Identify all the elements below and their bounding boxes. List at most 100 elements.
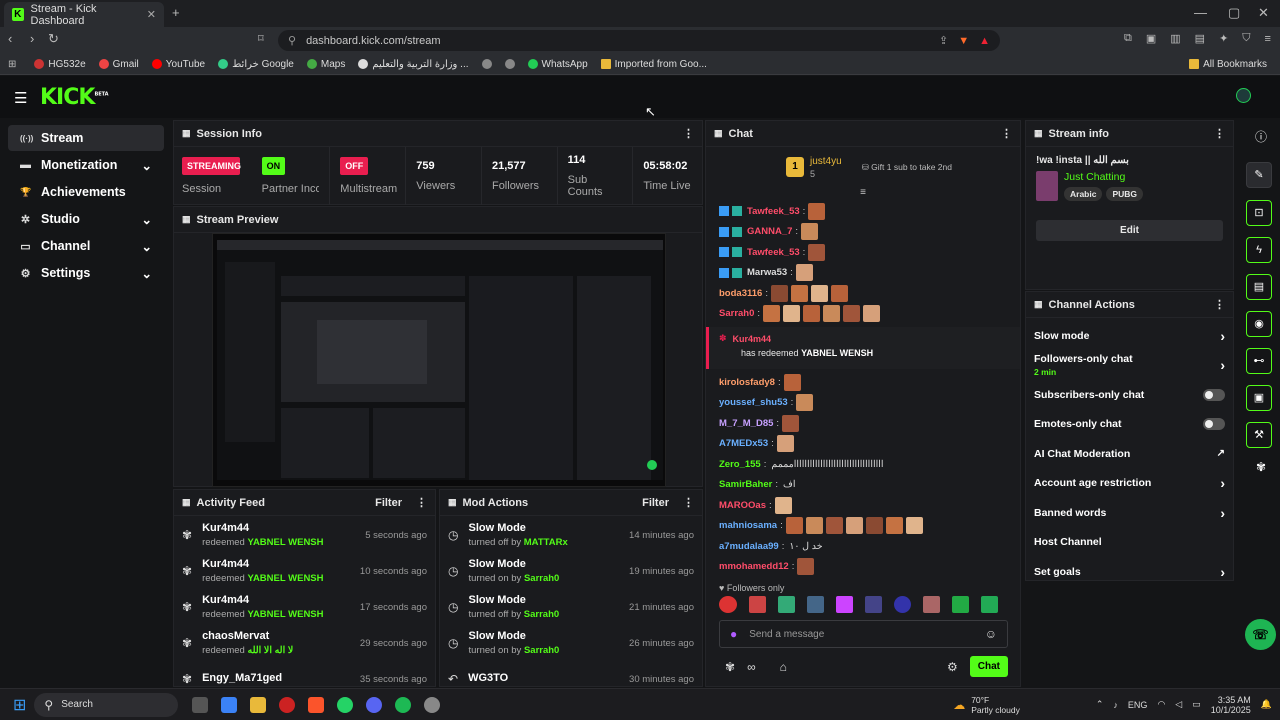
bookmark-gmail[interactable]: Gmail	[98, 59, 139, 70]
toggle-switch[interactable]	[1203, 418, 1225, 431]
host-icon[interactable]: ▣	[1246, 385, 1272, 411]
user-avatar[interactable]	[1236, 88, 1251, 103]
bookmark-google-maps-ar[interactable]: خرائط Google	[218, 59, 294, 70]
more-options-icon[interactable]: ⋮	[683, 127, 694, 140]
more-options-icon[interactable]: ⋮	[416, 496, 427, 509]
clock[interactable]: 3:35 AM 10/1/2025	[1211, 695, 1251, 715]
mod-action-row[interactable]: ◷ Slow Mode turned on by Sarrah0 26 minu…	[440, 625, 702, 661]
apps-grid-icon[interactable]: ⊞	[8, 59, 16, 70]
kick-points-icon[interactable]: ✾	[1244, 460, 1278, 474]
share-icon[interactable]: ⇪	[939, 34, 948, 47]
kick-points-icon[interactable]: ✾	[725, 660, 735, 674]
windows-start-icon[interactable]: ⊞	[13, 695, 26, 715]
channel-action-host-channel[interactable]: Host Channel	[1026, 528, 1233, 558]
bookmark-ministry[interactable]: وزارة التربية والتعليم ...	[358, 59, 469, 70]
more-options-icon[interactable]: ⋮	[1214, 298, 1225, 311]
nav-achievements[interactable]: 🏆 Achievements	[8, 179, 164, 205]
nav-monetization[interactable]: ▬ Monetization ⌄	[8, 152, 164, 178]
file-explorer-icon[interactable]	[250, 696, 267, 713]
microphone-icon[interactable]: ♪	[1113, 700, 1118, 710]
chat-input[interactable]: ● Send a message ☺	[719, 620, 1008, 648]
maximize-icon[interactable]: ▢	[1228, 5, 1240, 21]
channel-action-set-goals[interactable]: Set goals ›	[1026, 557, 1233, 587]
edit-stream-info-button[interactable]: Edit	[1036, 220, 1223, 241]
chat-message[interactable]: Marwa53:	[706, 263, 1020, 284]
activity-row[interactable]: ✾ Kur4m44 redeemed YABNEL WENSH 10 secon…	[174, 553, 435, 589]
channel-action-followers-only-chat[interactable]: Followers-only chat 2 min ›	[1026, 351, 1233, 381]
support-chat-button[interactable]: ☏	[1245, 619, 1276, 650]
nav-studio[interactable]: ✲ Studio ⌄	[8, 206, 164, 232]
back-icon[interactable]: ‹	[8, 31, 12, 46]
bookmark-globe-1[interactable]	[481, 59, 492, 69]
sidebar-icon[interactable]: ▥	[1170, 32, 1180, 45]
weather-widget[interactable]: ☁ 70°F Partly cloudy	[953, 695, 1020, 715]
bookmark-youtube[interactable]: YouTube	[151, 59, 205, 70]
activity-row[interactable]: ✾ Kur4m44 redeemed YABNEL WENSH 17 secon…	[174, 589, 435, 625]
chevron-up-icon[interactable]: ⌃	[1096, 699, 1104, 710]
kick-logo[interactable]: KICKBETA	[40, 85, 109, 110]
minimize-icon[interactable]: —	[1194, 5, 1207, 20]
chat-message[interactable]: M_7_M_D85:	[706, 413, 1020, 434]
chat-message[interactable]: mmohamedd12:	[706, 557, 1020, 578]
chat-message[interactable]: youssef_shu53:	[706, 393, 1020, 414]
bookmark-folder-imported[interactable]: Imported from Goo...	[600, 59, 707, 70]
category-name[interactable]: Just Chatting	[1064, 171, 1143, 183]
channel-action-account-age-restriction[interactable]: Account age restriction ›	[1026, 469, 1233, 499]
lightning-icon[interactable]: ϟ	[1246, 237, 1272, 263]
wallet-icon[interactable]: ▣	[1146, 32, 1156, 45]
more-options-icon[interactable]: ⋮	[1214, 127, 1225, 140]
infinity-icon[interactable]: ∞	[747, 660, 756, 674]
multistream-badge[interactable]: OFF	[340, 157, 369, 175]
language-indicator[interactable]: ENG	[1128, 700, 1148, 710]
settings-app-icon[interactable]	[424, 696, 441, 713]
emoji-icon[interactable]: ☺	[985, 627, 997, 641]
notes-icon[interactable]: ▤	[1246, 274, 1272, 300]
chat-message[interactable]: mahniosama:	[706, 516, 1020, 537]
mod-filter-button[interactable]: Filter	[642, 497, 669, 509]
browser-tab[interactable]: K Stream - Kick Dashboard ✕	[4, 2, 164, 27]
channel-action-banned-words[interactable]: Banned words ›	[1026, 498, 1233, 528]
channel-action-emotes-only-chat[interactable]: Emotes-only chat	[1026, 410, 1233, 440]
leo-icon[interactable]: ✦	[1219, 32, 1228, 45]
chat-settings-icon[interactable]: ⚙	[947, 660, 958, 674]
collapse-pinned-icon[interactable]: ≡	[706, 187, 1020, 201]
activity-row[interactable]: ✾ chaosMervat redeemed لا اله الا الله 2…	[174, 625, 435, 661]
clip-icon[interactable]: ⊡	[1246, 200, 1272, 226]
mod-action-row[interactable]: ◷ Slow Mode turned off by Sarrah0 21 min…	[440, 589, 702, 625]
copilot-icon[interactable]	[221, 696, 238, 713]
close-window-icon[interactable]: ✕	[1258, 5, 1269, 21]
shield-icon[interactable]: ⛉	[1242, 32, 1250, 45]
broadcast-icon[interactable]: ⊷	[1246, 348, 1272, 374]
new-tab-icon[interactable]: +	[172, 5, 180, 20]
mod-action-row[interactable]: ◷ Slow Mode turned on by Sarrah0 19 minu…	[440, 553, 702, 589]
menu-icon[interactable]: ≡	[1265, 33, 1271, 45]
chat-message[interactable]: boda3116:	[706, 283, 1020, 304]
chat-message[interactable]: Tawfeek_53:	[706, 242, 1020, 263]
channel-action-ai-chat-moderation[interactable]: AI Chat Moderation ↗	[1026, 439, 1233, 469]
chat-message[interactable]: Zero_155: ااااااااااااااااااااااااااااااا…	[706, 454, 1020, 475]
extensions-icon[interactable]: ⧉	[1124, 32, 1132, 45]
more-options-icon[interactable]: ⋮	[683, 496, 694, 509]
chat-message[interactable]: a7mudalaa99: خد ل ١٠	[706, 536, 1020, 557]
toggle-switch[interactable]	[1203, 388, 1225, 401]
forward-icon[interactable]: ›	[30, 31, 34, 46]
nav-settings[interactable]: ⚙ Settings ⌄	[8, 260, 164, 286]
bookmark-whatsapp[interactable]: WhatsApp	[527, 59, 588, 70]
chat-bubble-icon[interactable]: ◉	[1246, 311, 1272, 337]
spotify-icon[interactable]	[395, 696, 412, 713]
task-view-icon[interactable]	[192, 696, 209, 713]
bookmark-maps[interactable]: Maps	[306, 59, 345, 70]
bookmark-globe-2[interactable]	[504, 59, 515, 69]
info-icon[interactable]: ⓘ	[1244, 128, 1278, 145]
partner-badge[interactable]: ON	[261, 156, 286, 175]
chat-message[interactable]: Tawfeek_53:	[706, 201, 1020, 222]
app-red-icon[interactable]	[279, 696, 296, 713]
activity-row[interactable]: ✾ Kur4m44 redeemed YABNEL WENSH 5 second…	[174, 517, 435, 553]
chat-message[interactable]: Sarrah0:	[706, 304, 1020, 325]
activity-row[interactable]: ✾ Engy_Ma71ged 35 seconds ago	[174, 661, 435, 687]
gift-sub-link[interactable]: ⛁ Gift 1 sub to take 2nd	[862, 162, 952, 173]
chat-message[interactable]: MAROOas:	[706, 495, 1020, 516]
all-bookmarks[interactable]: All Bookmarks	[1189, 59, 1267, 70]
battery-icon[interactable]: ▭	[1192, 699, 1201, 710]
hamburger-menu-icon[interactable]: ☰	[14, 89, 27, 107]
